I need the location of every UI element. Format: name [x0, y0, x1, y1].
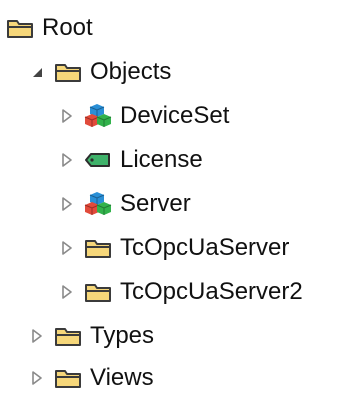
tree-node-views[interactable]: Views	[28, 358, 154, 398]
tree-node-label: DeviceSet	[120, 102, 230, 129]
tree-node-root[interactable]: Root	[6, 8, 93, 48]
tree-node-label: License	[120, 146, 203, 173]
address-space-tree: Root Objects DeviceSet License Server Tc…	[0, 0, 356, 392]
tree-node-types[interactable]: Types	[28, 316, 154, 356]
tree-node-tcopcuaserver2[interactable]: TcOpcUaServer2	[58, 272, 303, 312]
expand-arrow-icon[interactable]	[58, 239, 76, 257]
expand-arrow-icon[interactable]	[28, 327, 46, 345]
tree-node-label: Views	[90, 364, 154, 391]
tree-node-label: TcOpcUaServer2	[120, 278, 303, 305]
folder-icon	[84, 235, 114, 261]
folder-icon	[54, 59, 84, 85]
tree-node-label: TcOpcUaServer	[120, 234, 290, 261]
tree-node-objects[interactable]: Objects	[28, 52, 171, 92]
cubes-icon	[84, 191, 114, 217]
folder-icon	[84, 279, 114, 305]
tree-node-label: Server	[120, 190, 191, 217]
tree-node-label: Types	[90, 322, 155, 349]
collapse-arrow-icon[interactable]	[28, 63, 46, 81]
expand-arrow-icon[interactable]	[58, 107, 76, 125]
tree-node-license[interactable]: License	[58, 140, 203, 180]
tree-node-server[interactable]: Server	[58, 184, 191, 224]
tag-icon	[84, 147, 114, 173]
cubes-icon	[84, 103, 114, 129]
tree-node-label: Root	[42, 14, 93, 41]
expand-arrow-icon[interactable]	[58, 151, 76, 169]
tree-node-deviceset[interactable]: DeviceSet	[58, 96, 229, 136]
tree-node-tcopcuaserver[interactable]: TcOpcUaServer	[58, 228, 289, 268]
expand-arrow-icon[interactable]	[58, 283, 76, 301]
tree-node-label: Objects	[90, 58, 172, 85]
folder-icon	[54, 365, 84, 391]
folder-icon	[6, 15, 36, 41]
expand-arrow-icon[interactable]	[28, 369, 46, 387]
folder-icon	[54, 323, 84, 349]
expand-arrow-icon[interactable]	[58, 195, 76, 213]
